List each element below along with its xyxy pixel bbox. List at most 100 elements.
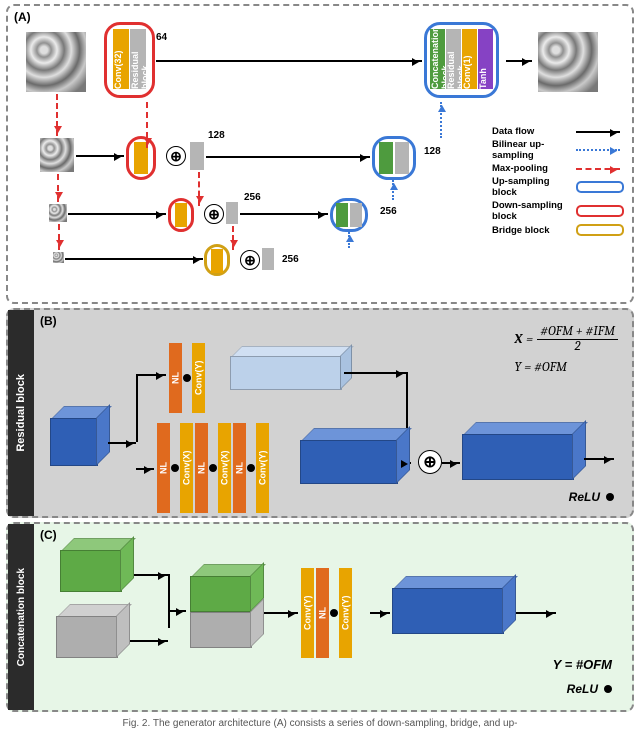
- b-bot-cy: Conv(Y): [256, 423, 269, 513]
- maxpool-skip-0: [146, 102, 148, 148]
- skip-arrow-1: [206, 156, 370, 158]
- b-bot-nl1: NL: [157, 423, 170, 513]
- maxpool-1: [57, 174, 59, 202]
- res-l2: [226, 202, 238, 224]
- resblock-slab-d0: Residual block: [446, 29, 461, 89]
- conv-l3: [211, 249, 223, 273]
- concat-l2: [336, 203, 348, 227]
- up-block-1: [372, 136, 416, 180]
- panel-b-title: Residual block: [15, 374, 27, 452]
- relu-dot-icon: [330, 609, 338, 617]
- add-l1: ⊕: [166, 146, 186, 166]
- c-conv1: Conv(Y): [301, 568, 314, 658]
- b-add: ⊕: [418, 450, 442, 474]
- b-relu-legend: ReLU: [569, 490, 614, 504]
- c-arr-mid: [264, 612, 298, 614]
- panel-b-sidebar: Residual block: [8, 310, 34, 516]
- c-conv2: Conv(Y): [339, 568, 352, 658]
- b-arrow-top2: [344, 372, 406, 374]
- b-arrow-out1: [442, 462, 460, 464]
- b-bot-nl3: NL: [233, 423, 246, 513]
- b-arrow-out2: [584, 458, 614, 460]
- c-arr-merge: [168, 610, 186, 612]
- figure-caption: Fig. 2. The generator architecture (A) c…: [0, 718, 640, 729]
- input-image: [26, 32, 86, 92]
- flow-l3a: [65, 258, 203, 260]
- c-nl: NL: [316, 568, 329, 658]
- skip-arrow-0: [156, 60, 422, 62]
- res-l3: [262, 248, 274, 270]
- add-l2: ⊕: [204, 204, 224, 224]
- b-top-layers: NL Conv(Y): [168, 338, 206, 418]
- ch-64: 64: [156, 32, 167, 43]
- c-arr-out2: [516, 612, 556, 614]
- upsample-1: [440, 102, 442, 138]
- c-arr-g: [134, 574, 168, 576]
- b-eq2: Y = #OFM: [515, 360, 567, 375]
- ch-256r: 256: [380, 206, 397, 217]
- res-l2d: [350, 203, 362, 227]
- b-bot-nl2: NL: [195, 423, 208, 513]
- b-equations: X = #OFM + #IFM2 Y = #OFM: [515, 324, 618, 375]
- relu-dot-icon: [171, 464, 179, 472]
- panel-c: Concatenation block (C): [6, 522, 634, 712]
- resblock-slab: Residual block: [130, 29, 146, 89]
- b-bot-cx1: Conv(X): [180, 423, 193, 513]
- b-arrow-merge: [410, 462, 411, 464]
- input-l3: [53, 252, 64, 263]
- ch-128: 128: [208, 130, 225, 141]
- maxpool-skip-2: [232, 226, 234, 250]
- res-l1d: [395, 142, 409, 174]
- panel-b: Residual block (B) NL Conv(Y) NL: [6, 308, 634, 518]
- add-l3: ⊕: [240, 250, 260, 270]
- concat-slab: Concatenation block: [430, 29, 445, 89]
- conv32-slab: Conv(32): [113, 29, 129, 89]
- panel-a: (A) Conv(32) Residual block 64 Concatena…: [6, 4, 634, 304]
- legend-upblock: Up-sampling block: [492, 176, 570, 198]
- upsample-3: [348, 232, 350, 248]
- c-eq: Y = #OFM: [553, 657, 612, 672]
- c-arr-out1: [370, 612, 390, 614]
- down-block-0: Conv(32) Residual block: [104, 22, 155, 98]
- b-branch-split: [136, 374, 138, 442]
- legend-dataflow: Data flow: [492, 126, 570, 137]
- c-relu-legend: ReLU: [567, 682, 612, 696]
- b-bot-layers: NL Conv(X) NL Conv(X) NL Conv(Y): [156, 422, 270, 514]
- relu-dot-icon: [247, 464, 255, 472]
- b-bot-cx2: Conv(X): [218, 423, 231, 513]
- b-top-conv: Conv(Y): [192, 343, 205, 413]
- relu-dot-icon: [604, 685, 612, 693]
- legend-downblock: Down-sampling block: [492, 200, 570, 222]
- legend-bridge: Bridge block: [492, 225, 570, 236]
- c-arr-grey: [130, 640, 168, 642]
- skip-arrow-2: [240, 213, 328, 215]
- relu-dot-icon: [209, 464, 217, 472]
- conv-l2: [175, 203, 187, 227]
- upsample-2: [392, 180, 394, 200]
- up-block-0: Concatenation block Residual block Conv(…: [424, 22, 499, 98]
- c-relu-label: ReLU: [567, 682, 598, 696]
- input-l1: [40, 138, 74, 172]
- c-join-v: [168, 574, 170, 628]
- legend-maxpool: Max-pooling: [492, 163, 570, 174]
- b-arrow-bot: [136, 468, 154, 470]
- legend: Data flow Bilinear up-sampling Max-pooli…: [492, 124, 624, 238]
- b-arrow-in: [108, 442, 136, 444]
- ch-256: 256: [244, 192, 261, 203]
- maxpool-0: [56, 94, 58, 136]
- b-relu-label: ReLU: [569, 490, 600, 504]
- flow-l2a: [68, 213, 166, 215]
- output-image: [538, 32, 598, 92]
- relu-dot-icon: [183, 374, 191, 382]
- c-layers: Conv(Y) NL Conv(Y): [300, 568, 353, 658]
- bridge-block: [204, 244, 230, 276]
- b-arrow-top: [136, 374, 166, 376]
- b-top-nl: NL: [169, 343, 182, 413]
- tanh-slab: Tanh: [478, 29, 493, 89]
- concat-l1: [379, 142, 393, 174]
- legend-upsample: Bilinear up-sampling: [492, 139, 570, 161]
- maxpool-2: [58, 224, 60, 250]
- flow-l1a: [76, 155, 124, 157]
- panel-c-title: Concatenation block: [16, 568, 27, 666]
- ch-256b: 256: [282, 254, 299, 265]
